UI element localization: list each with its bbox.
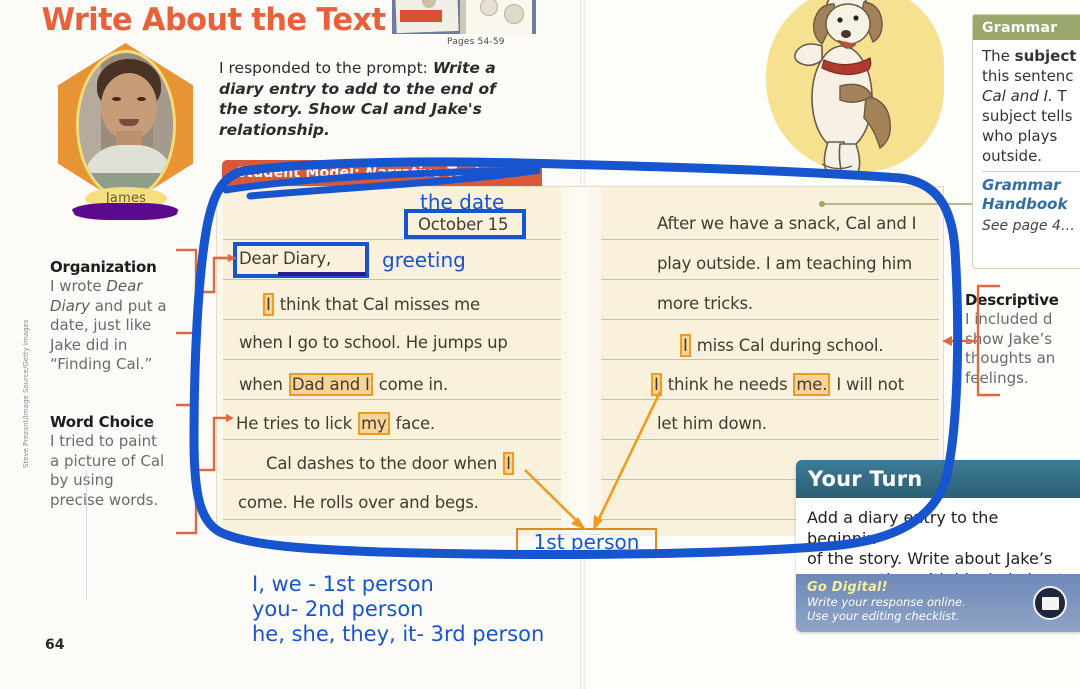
highlight-chip-my: my xyxy=(358,412,390,435)
highlight-chip-dad-and-i: Dad and I xyxy=(288,373,373,396)
grammar-heading: Grammar xyxy=(973,15,1080,40)
grammar-see-page: See page 4… xyxy=(982,218,1075,234)
dog-illustration xyxy=(794,0,891,175)
highlight-chip-I: I xyxy=(263,293,274,316)
prompt-text: I responded to the prompt: Write a diary… xyxy=(219,58,529,140)
callout-descriptive: Descriptive I included d show Jake’s thoug… xyxy=(965,291,1080,388)
entry-left-line-2: when I go to school. He jumps up xyxy=(239,333,508,352)
grammar-sidebar: Grammar The subject this sentenc Cal and I… xyxy=(972,14,1080,269)
student-model-banner: Student Model: Narrative Text xyxy=(222,160,542,186)
callout-descriptive-title: Descriptive xyxy=(965,291,1059,309)
entry-left-line-6: come. He rolls over and begs. xyxy=(238,493,479,512)
highlight-chip-I-2: I xyxy=(503,452,514,475)
pen-legend-line-3: he, she, they, it- 3rd person xyxy=(252,622,545,646)
first-person-box: 1st person xyxy=(516,528,657,556)
entry-left-line-5: Cal dashes to the door when I xyxy=(266,452,515,475)
entry-right-line-3: more tricks. xyxy=(657,294,753,313)
go-digital-icon[interactable] xyxy=(1033,586,1067,620)
student-model-label: Student Model: xyxy=(236,165,361,181)
highlight-chip-I-3: I xyxy=(680,334,691,357)
go-digital-footer: Go Digital! Write your response online. … xyxy=(796,574,1080,632)
page-title: Write About the Text xyxy=(41,2,387,38)
purple-pen-scribble xyxy=(71,203,179,220)
grammar-body: The subject this sentenc Cal and I. Tsubje… xyxy=(982,47,1077,165)
credit-rule xyxy=(86,470,87,600)
pen-legend: I, we - 1st person you- 2nd person he, s… xyxy=(252,572,544,647)
page-number: 64 xyxy=(45,637,65,653)
entry-right-line-4: I miss Cal during school. xyxy=(679,334,883,357)
pen-legend-line-2: you- 2nd person xyxy=(252,597,424,621)
pages-caption: Pages 54-59 xyxy=(447,37,505,47)
entry-left-line-1: I think that Cal misses me xyxy=(262,293,480,316)
callout-word-choice-title: Word Choice xyxy=(50,413,154,431)
entry-right-line-5: I think he needs me. I will not xyxy=(650,373,904,396)
student-photo xyxy=(76,50,176,200)
student-model-genre: Narrative Text xyxy=(365,165,481,181)
notebook-center-divider xyxy=(569,187,589,536)
grammar-handbook-link[interactable]: Grammar Handbook xyxy=(973,172,1080,214)
pen-underline-dear-diary xyxy=(278,272,366,276)
entry-right-line-6: let him down. xyxy=(657,414,767,433)
photo-credit: Steve Prezant/Image Source/Getty Images xyxy=(22,319,30,468)
entry-left-line-3: when Dad and I come in. xyxy=(239,373,449,396)
highlight-chip-me: me. xyxy=(793,373,831,396)
your-turn-panel: Your Turn Add a diary entry to the begin… xyxy=(796,460,1080,632)
highlight-chip-I-4: I xyxy=(651,373,662,396)
pen-label-greeting: greeting xyxy=(382,248,466,272)
callout-descriptive-body: I included d show Jake’s thoughts an feelin… xyxy=(965,310,1056,387)
prompt-lead: I responded to the prompt: xyxy=(219,59,428,77)
entry-right-line-1: After we have a snack, Cal and I xyxy=(657,214,917,233)
callout-organization-body: I wrote Dear Diary and put a date, just … xyxy=(50,277,167,373)
textbook-page-screenshot: Write About the Text Pages 54-59 James I… xyxy=(0,0,1080,689)
pen-label-the-date: the date xyxy=(420,190,505,214)
callout-word-choice: Word Choice I tried to paint a picture o… xyxy=(50,413,170,510)
book-thumbnail-image xyxy=(392,0,536,34)
callout-organization-title: Organization xyxy=(50,258,157,276)
callout-word-choice-body: I tried to paint a picture of Cal by usi… xyxy=(50,432,165,509)
entry-right-line-2: play outside. I am teaching him xyxy=(657,254,912,273)
pen-legend-line-1: I, we - 1st person xyxy=(252,572,434,596)
your-turn-heading: Your Turn xyxy=(796,460,1080,498)
callout-organization: Organization I wrote Dear Diary and put … xyxy=(50,258,170,375)
entry-left-line-4: He tries to lick my face. xyxy=(236,412,435,435)
pen-label-first-person: 1st person xyxy=(533,530,640,554)
